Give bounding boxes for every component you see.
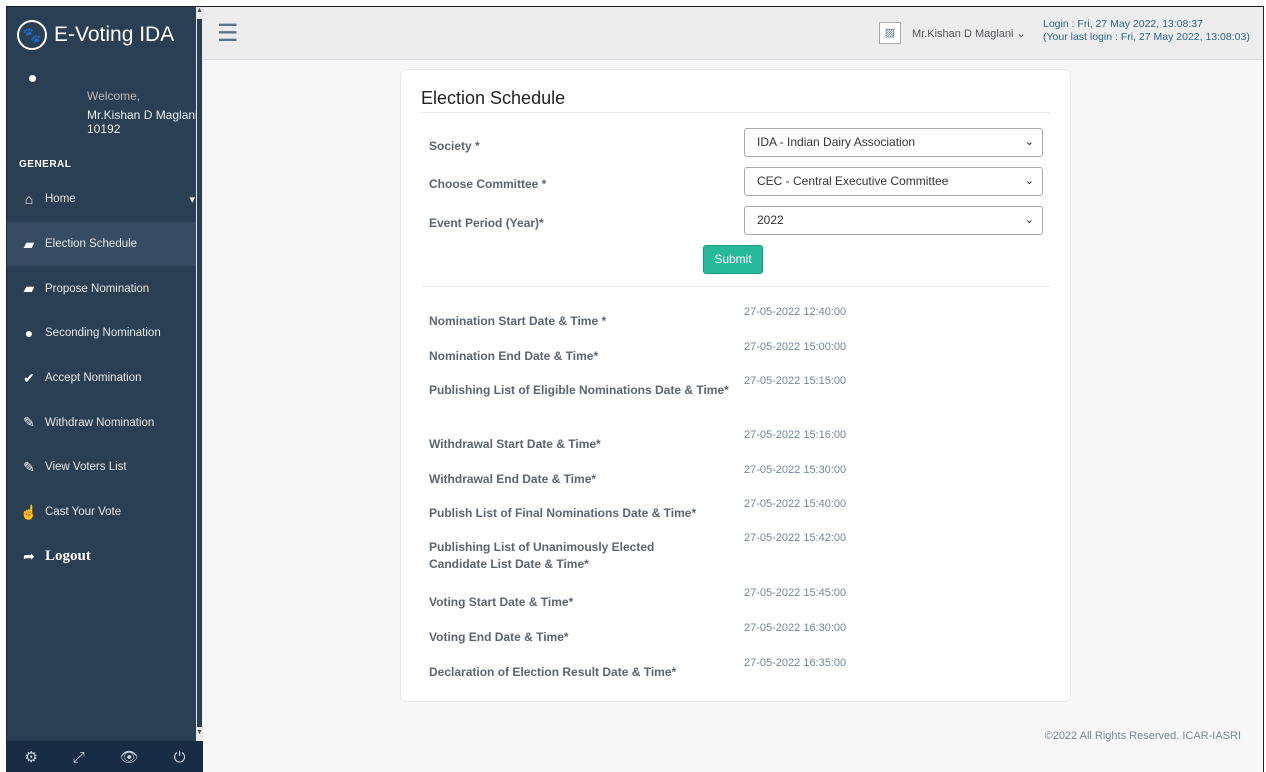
- schedule-label: Withdrawal End Date & Time*: [429, 472, 597, 486]
- schedule-value: 27-05-2022 15:45:00: [744, 587, 847, 599]
- brand[interactable]: 🐾 E-Voting IDA: [7, 7, 203, 63]
- home-icon: ⌂: [24, 191, 34, 208]
- sidebar-item-view-voters-list[interactable]: ✎ View Voters List: [7, 445, 203, 490]
- sidebar-item-home[interactable]: ⌂ Home ▾: [7, 177, 203, 222]
- sidebar: 🐾 E-Voting IDA Welcome, Mr.Kishan D Magl…: [7, 7, 203, 772]
- sidebar-menu: ⌂ Home ▾ ▰ Election Schedule ▰ Propose N…: [7, 177, 203, 579]
- power-icon[interactable]: ⏻: [174, 749, 186, 766]
- last-login-label: (Your last login: [1043, 31, 1113, 43]
- schedule-label: Publishing List of Eligible Nominations …: [429, 383, 729, 397]
- profile-name-text: Mr.Kishan D Maglani: [87, 108, 198, 122]
- schedule-label: Publishing List of Unanimously Elected C…: [429, 540, 655, 571]
- period-label: Event Period (Year)*: [429, 216, 544, 230]
- schedule-value: 27-05-2022 12:40:00: [744, 306, 847, 318]
- paw-icon: 🐾: [17, 20, 47, 50]
- page-title: Election Schedule: [421, 88, 566, 108]
- society-value: IDA - Indian Dairy Association: [757, 135, 916, 149]
- period-select[interactable]: 2022 ⌄: [744, 206, 1043, 235]
- schedule-label: Declaration of Election Result Date & Ti…: [429, 665, 677, 679]
- schedule-value: 27-05-2022 16:30:00: [744, 622, 847, 634]
- society-label: Society *: [429, 139, 480, 153]
- top-nav: ☰ ▨ Mr.Kishan D Maglani ⌄ Login : Fri, 2…: [203, 7, 1263, 60]
- committee-label: Choose Committee *: [429, 177, 547, 191]
- schedule-label: Nomination End Date & Time*: [429, 349, 599, 363]
- sidebar-item-label: Home: [45, 193, 76, 206]
- committee-value: CEC - Central Executive Committee: [757, 174, 949, 188]
- period-value: 2022: [757, 213, 784, 227]
- schedule-label: Withdrawal Start Date & Time*: [429, 437, 601, 451]
- menu-toggle-icon[interactable]: ☰: [217, 19, 239, 48]
- scroll-down-icon[interactable]: ▼: [196, 729, 203, 736]
- schedule-value: 27-05-2022 15:42:00: [744, 532, 847, 544]
- divider: [421, 112, 1050, 113]
- chevron-down-icon: ⌄: [1024, 175, 1034, 187]
- sign-out-icon: ➦: [23, 548, 35, 565]
- login-label: Login: [1043, 18, 1069, 30]
- society-select[interactable]: IDA - Indian Dairy Association ⌄: [744, 128, 1043, 157]
- sidebar-item-label: Withdraw Nomination: [45, 416, 155, 429]
- chevron-down-icon: ⌄: [1024, 214, 1034, 226]
- sidebar-item-propose-nomination[interactable]: ▰ Propose Nomination: [7, 266, 203, 311]
- sidebar-item-seconding-nomination[interactable]: ● Seconding Nomination: [7, 311, 203, 356]
- schedule-label: Nomination Start Date & Time *: [429, 314, 607, 328]
- edit-icon: ✎: [23, 458, 35, 475]
- schedule-value: 27-05-2022 15:15:00: [744, 375, 847, 387]
- schedule-value: 27-05-2022 15:00:00: [744, 341, 847, 353]
- check-icon: ✔: [23, 369, 35, 386]
- schedule-label: Voting Start Date & Time*: [429, 595, 574, 609]
- sidebar-item-label: Cast Your Vote: [45, 506, 122, 519]
- user-menu[interactable]: Mr.Kishan D Maglani ⌄: [912, 27, 1026, 40]
- sidebar-item-cast-your-vote[interactable]: ☝ Cast Your Vote: [7, 490, 203, 535]
- copyright: ©2022 All Rights Reserved. ICAR-IASRI: [1044, 730, 1241, 742]
- hand-pointer-icon: ☝: [20, 503, 38, 520]
- sidebar-item-accept-nomination[interactable]: ✔ Accept Nomination: [7, 356, 203, 401]
- app-title: E-Voting IDA: [54, 23, 175, 46]
- section-heading: GENERAL: [19, 159, 72, 170]
- sidebar-item-label: Seconding Nomination: [45, 327, 161, 340]
- user-name: Mr.Kishan D Maglani: [912, 28, 1014, 40]
- schedule-value: 27-05-2022 15:30:00: [744, 464, 847, 476]
- eye-close-icon[interactable]: 👁: [120, 748, 139, 766]
- schedule-value: 27-05-2022 16:35:00: [744, 657, 847, 669]
- sidebar-item-label: Propose Nomination: [45, 282, 150, 295]
- profile-id: 10192: [87, 122, 121, 136]
- schedule-value: 27-05-2022 15:16:00: [744, 429, 847, 441]
- login-time: : Fri, 27 May 2022, 13:08:37: [1071, 18, 1203, 30]
- chevron-down-icon: ⌄: [1016, 28, 1026, 40]
- sidebar-item-label: View Voters List: [45, 461, 127, 474]
- election-schedule-panel: Election Schedule Society * IDA - Indian…: [400, 69, 1071, 702]
- last-login-time: : Fri, 27 May 2022, 13:08:03): [1115, 31, 1250, 43]
- sidebar-item-withdraw-nomination[interactable]: ✎ Withdraw Nomination: [7, 400, 203, 445]
- welcome-text: Welcome,: [87, 89, 141, 103]
- schedule-label: Voting End Date & Time*: [429, 630, 569, 644]
- committee-select[interactable]: CEC - Central Executive Committee ⌄: [744, 167, 1043, 196]
- chevron-down-icon: ⌄: [1024, 136, 1034, 148]
- app-window: 🐾 E-Voting IDA Welcome, Mr.Kishan D Magl…: [6, 6, 1264, 772]
- sidebar-item-logout[interactable]: ➦ Logout: [7, 535, 203, 580]
- schedule-label: Publish List of Final Nominations Date &…: [429, 506, 697, 520]
- profile-name: Mr.Kishan D Maglani 10192: [87, 108, 203, 136]
- divider: [421, 286, 1050, 287]
- book-icon: ▰: [23, 235, 35, 252]
- edit-icon: ✎: [23, 414, 35, 431]
- login-info: Login : Fri, 27 May 2022, 13:08:37 (Your…: [1043, 18, 1250, 44]
- fullscreen-icon[interactable]: ⤢: [73, 749, 85, 766]
- profile-avatar: [29, 75, 36, 82]
- sidebar-footer: ⚙ ⤢ 👁 ⏻: [7, 741, 203, 772]
- circle-icon: ●: [24, 325, 34, 342]
- sidebar-item-label: Accept Nomination: [45, 372, 142, 385]
- submit-button[interactable]: Submit: [703, 245, 763, 274]
- schedule-value: 27-05-2022 15:40:00: [744, 498, 847, 510]
- user-avatar[interactable]: ▨: [879, 22, 901, 44]
- sidebar-item-label: Logout: [45, 548, 91, 565]
- sidebar-scroll-thumb[interactable]: [197, 19, 202, 727]
- book-icon: ▰: [23, 280, 35, 297]
- settings-icon[interactable]: ⚙: [24, 748, 37, 766]
- scroll-up-icon[interactable]: ▲: [196, 7, 203, 14]
- chevron-down-icon[interactable]: ▾: [189, 193, 195, 206]
- sidebar-item-label: Election Schedule: [45, 238, 138, 251]
- sidebar-item-election-schedule[interactable]: ▰ Election Schedule: [7, 221, 203, 267]
- profile: Welcome, Mr.Kishan D Maglani 10192: [7, 63, 203, 153]
